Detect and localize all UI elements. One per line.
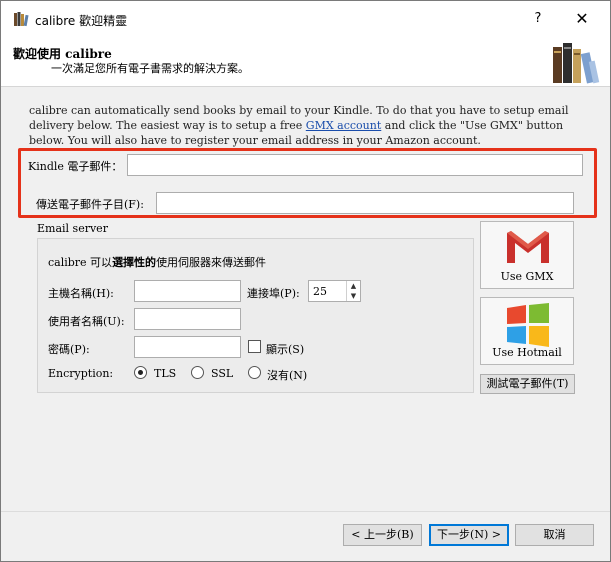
password-input[interactable] [134, 336, 241, 358]
books-logo-icon [553, 43, 600, 84]
gmail-icon [507, 231, 549, 263]
cancel-button[interactable]: 取消 [515, 524, 594, 546]
title-bar: calibre 歡迎精靈 ? ✕ [1, 1, 610, 37]
hostname-input[interactable] [134, 280, 241, 302]
port-label: 連接埠(P): [247, 287, 300, 300]
send-subject-input[interactable] [156, 192, 574, 214]
encryption-label: Encryption: [48, 367, 114, 380]
encryption-tls-label: TLS [154, 367, 177, 380]
kindle-email-input[interactable] [127, 154, 583, 176]
wizard-header: 歡迎使用 calibre 一次滿足您所有電子書需求的解決方案。 [1, 37, 610, 87]
close-button[interactable]: ✕ [567, 7, 597, 31]
footer-divider [1, 511, 610, 512]
show-password-label: 顯示(S) [266, 343, 305, 356]
server-intro-suffix: 使用伺服器來傳送郵件 [156, 256, 267, 269]
gmx-account-link[interactable]: GMX account [306, 119, 381, 132]
encryption-none-radio[interactable] [248, 366, 261, 379]
wizard-window: calibre 歡迎精靈 ? ✕ 歡迎使用 calibre 一次滿足您所有電子書… [0, 0, 611, 562]
encryption-ssl-label: SSL [211, 367, 234, 380]
use-hotmail-button[interactable]: Use Hotmail [480, 297, 574, 365]
back-button[interactable]: < 上一步(B) [343, 524, 422, 546]
use-gmx-label: Use GMX [500, 270, 554, 283]
page-subtitle: 一次滿足您所有電子書需求的解決方案。 [51, 62, 249, 75]
use-gmx-button[interactable]: Use GMX [480, 221, 574, 289]
encryption-ssl-radio[interactable] [191, 366, 204, 379]
hostname-label: 主機名稱(H): [48, 287, 114, 300]
send-subject-label: 傳送電子郵件子目(F): [36, 198, 144, 211]
help-button[interactable]: ? [526, 7, 550, 31]
next-button[interactable]: 下一步(N) > [429, 524, 509, 546]
calibre-app-icon [14, 12, 29, 27]
instructions-text: calibre can automatically send books by … [29, 103, 595, 148]
server-intro-prefix: calibre 可以 [48, 256, 113, 269]
test-email-button[interactable]: 測試電子郵件(T) [480, 374, 575, 394]
encryption-tls-radio[interactable] [134, 366, 147, 379]
server-intro-text: calibre 可以選擇性的使用伺服器來傳送郵件 [48, 254, 266, 270]
username-label: 使用者名稱(U): [48, 315, 125, 328]
port-spinbox[interactable]: 25 ▲ ▼ [308, 280, 361, 302]
port-value: 25 [313, 285, 327, 298]
kindle-email-label: Kindle 電子郵件： [28, 160, 123, 173]
email-server-group-label: Email server [37, 222, 108, 235]
window-title: calibre 歡迎精靈 [35, 14, 128, 28]
show-password-checkbox[interactable] [248, 340, 261, 353]
server-intro-bold: 選擇性的 [112, 256, 157, 269]
username-input[interactable] [134, 308, 241, 330]
spin-arrows-icon[interactable]: ▲ ▼ [346, 281, 360, 301]
password-label: 密碼(P): [48, 343, 90, 356]
use-hotmail-label: Use Hotmail [492, 346, 562, 359]
windows-logo-icon [507, 303, 549, 347]
encryption-none-label: 沒有(N) [267, 369, 308, 382]
